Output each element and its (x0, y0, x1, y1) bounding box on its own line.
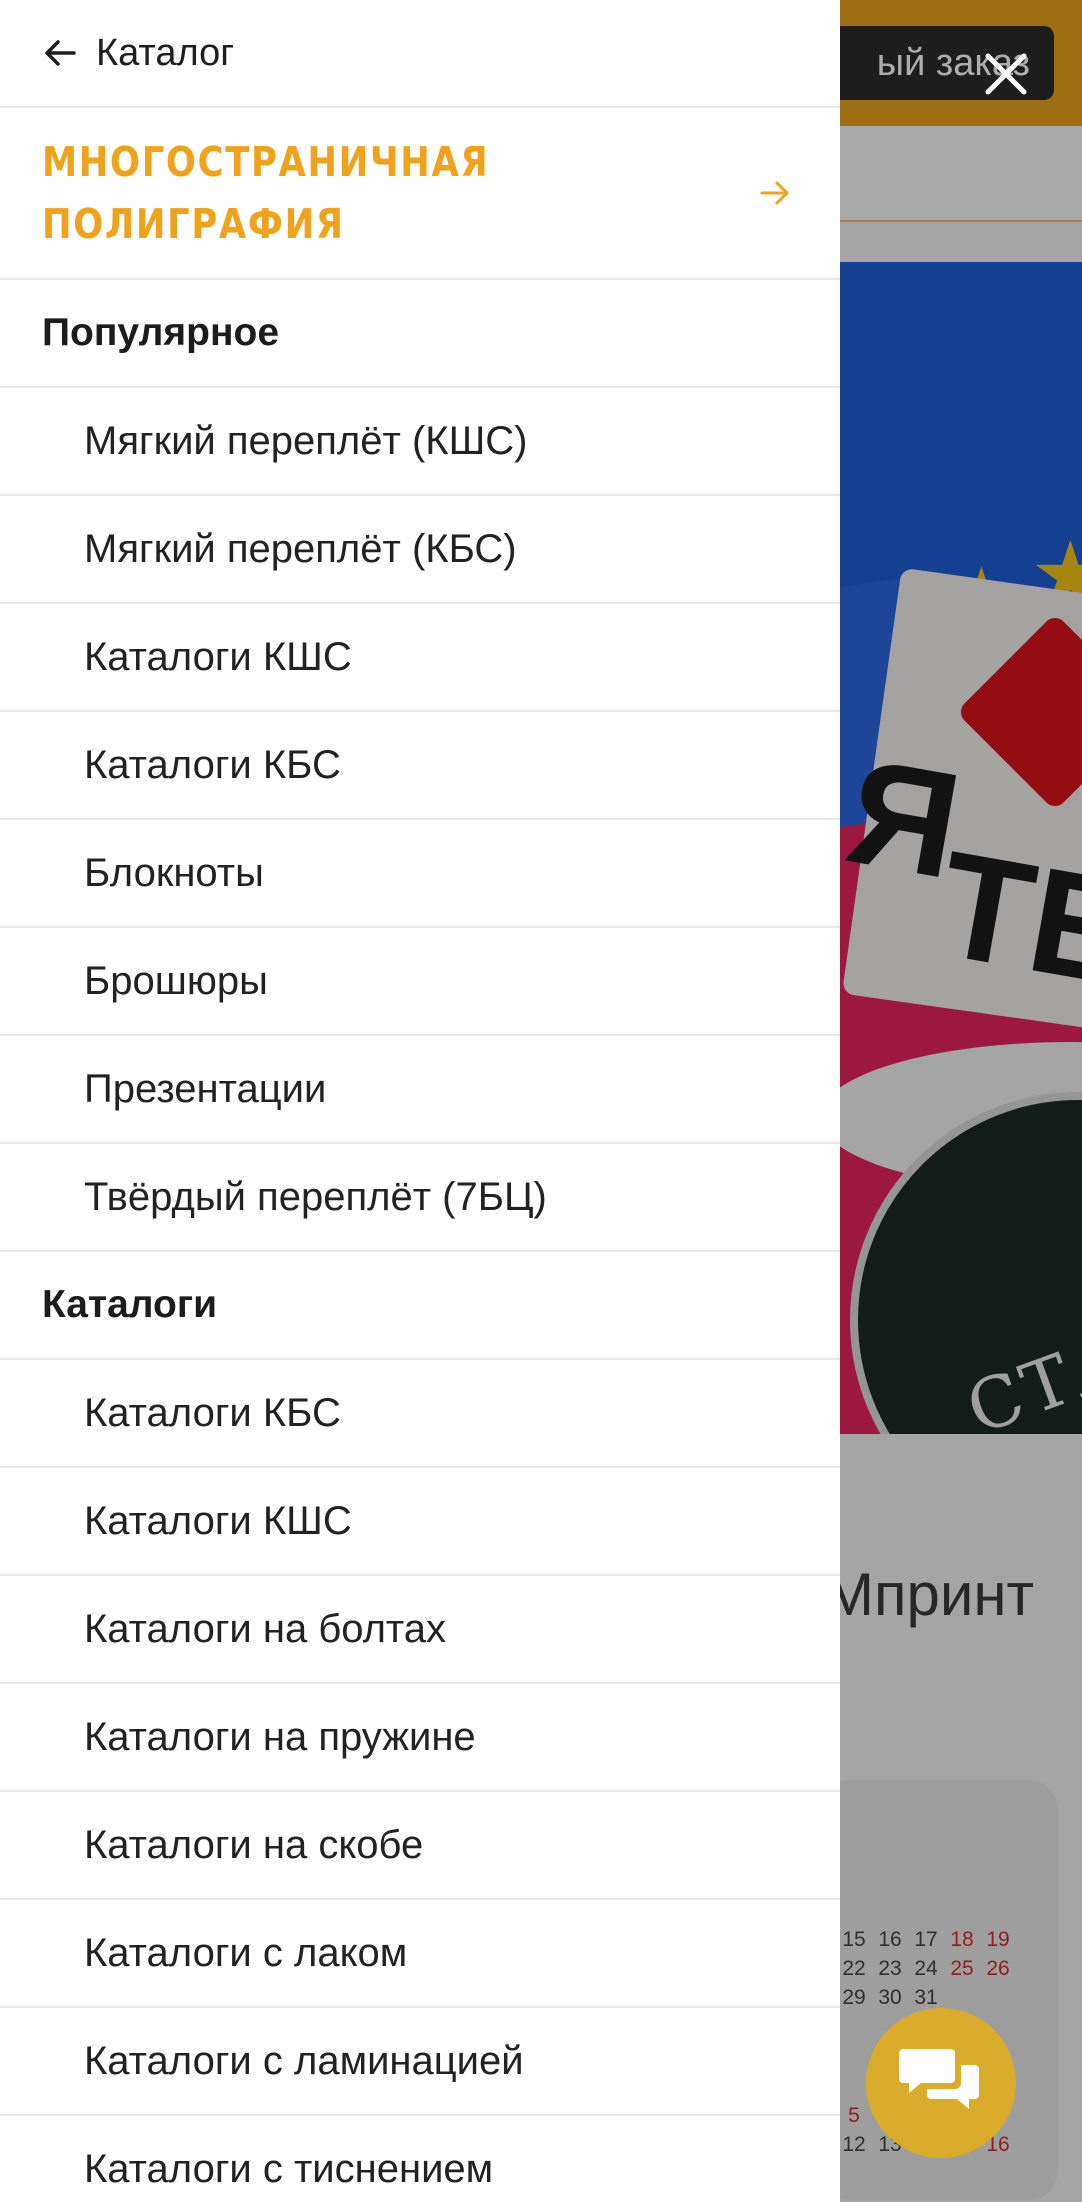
list-item[interactable]: Твёрдый переплёт (7БЦ) (0, 1144, 840, 1252)
list-item[interactable]: Каталоги на пружине (0, 1684, 840, 1792)
list-item[interactable]: Мягкий переплёт (КШС) (0, 388, 840, 496)
list-item[interactable]: Каталоги КБС (0, 1360, 840, 1468)
list-item[interactable]: Каталоги на болтах (0, 1576, 840, 1684)
arrow-left-icon[interactable] (42, 33, 82, 73)
close-icon[interactable] (976, 44, 1036, 104)
category-title: МНОГОСТРАНИЧНАЯ ПОЛИГРАФИЯ (42, 131, 489, 255)
category-link[interactable]: МНОГОСТРАНИЧНАЯ ПОЛИГРАФИЯ (0, 108, 840, 280)
category-title-line: МНОГОСТРАНИЧНАЯ (42, 138, 490, 186)
arrow-right-icon[interactable] (758, 173, 798, 213)
chat-bubbles-icon (899, 2043, 983, 2124)
section-popular[interactable]: Популярное (0, 280, 840, 388)
list-item[interactable]: Каталоги с тиснением (0, 2116, 840, 2202)
list-item[interactable]: Каталоги КШС (0, 1468, 840, 1576)
drawer-header[interactable]: Каталог (0, 0, 840, 108)
list-item[interactable]: Каталоги с ламинацией (0, 2008, 840, 2116)
chat-button[interactable] (866, 2008, 1016, 2158)
list-item[interactable]: Каталоги с лаком (0, 1900, 840, 2008)
category-title-line: ПОЛИГРАФИЯ (42, 200, 345, 248)
catalog-drawer: Каталог МНОГОСТРАНИЧНАЯ ПОЛИГРАФИЯ Попул… (0, 0, 840, 2202)
list-item[interactable]: Презентации (0, 1036, 840, 1144)
list-item[interactable]: Каталоги КБС (0, 712, 840, 820)
section-catalogs[interactable]: Каталоги (0, 1252, 840, 1360)
subcategory-list: Популярное Мягкий переплёт (КШС) Мягкий … (0, 280, 840, 2202)
list-item[interactable]: Мягкий переплёт (КБС) (0, 496, 840, 604)
list-item[interactable]: Каталоги КШС (0, 604, 840, 712)
list-item[interactable]: Каталоги на скобе (0, 1792, 840, 1900)
list-item[interactable]: Брошюры (0, 928, 840, 1036)
list-item[interactable]: Блокноты (0, 820, 840, 928)
back-to-catalog-label[interactable]: Каталог (96, 32, 234, 75)
